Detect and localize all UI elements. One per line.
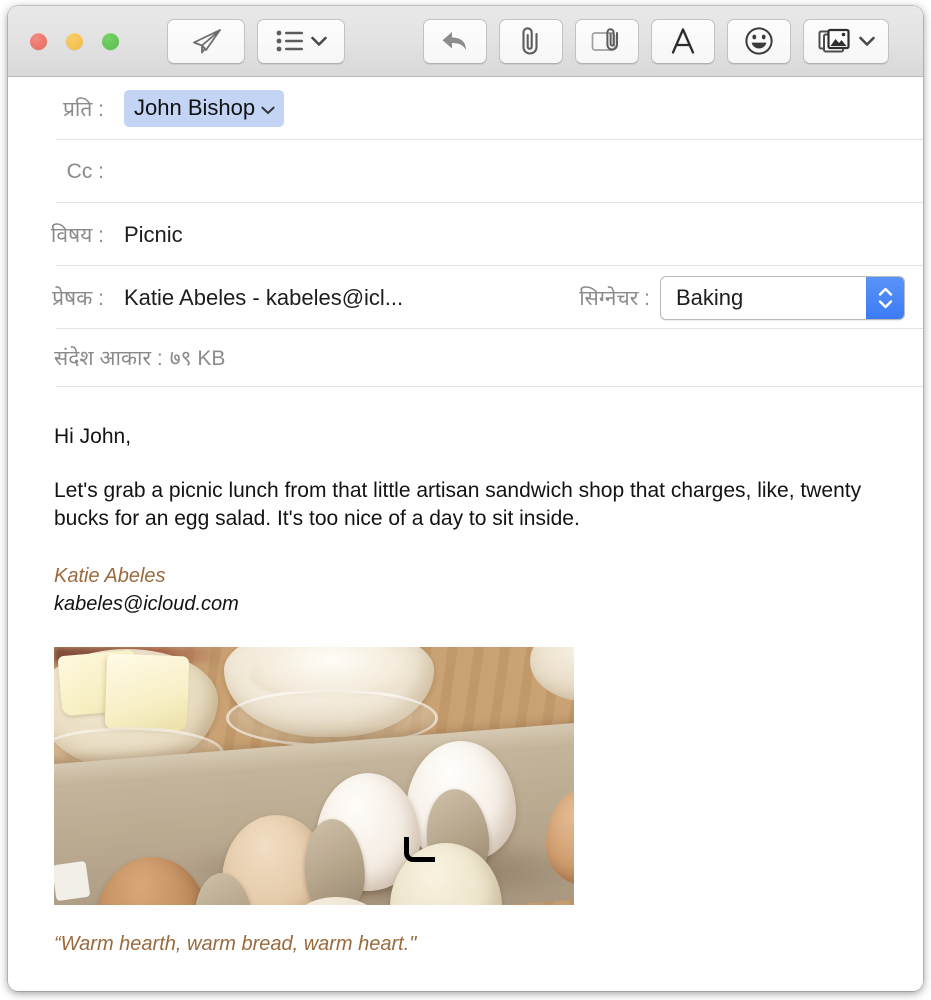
paperclip-icon [520,26,542,56]
popup-stepper-arrows-icon[interactable] [866,276,904,319]
from-field-row[interactable]: प्रेषक : Katie Abeles - kabeles@icl... स… [8,266,923,329]
document-paperclip-icon [591,27,623,55]
message-size-label: संदेश आकार : [54,347,163,370]
toolbar-group-format [423,18,889,64]
emoji-button[interactable] [727,18,791,64]
signature-photo[interactable] [54,646,574,905]
photo-browser-button[interactable] [803,18,889,64]
format-button[interactable] [651,18,715,64]
subject-field-label: विषय : [50,223,104,247]
message-size-row: संदेश आकार : ७९ KB [8,329,923,387]
to-field-row[interactable]: प्रति : John Bishop [8,77,923,140]
chevron-down-icon [858,36,875,47]
maximize-window-button[interactable] [102,32,119,50]
toolbar-group-send [167,18,345,64]
toolbar [8,6,923,77]
chevron-down-icon[interactable] [261,95,275,121]
close-window-button[interactable] [30,32,47,50]
reply-arrow-icon [440,28,470,54]
message-size-value: ७९ KB [169,347,226,370]
body-paragraph: Let's grab a picnic lunch from that litt… [54,478,862,530]
from-field-value[interactable]: Katie Abeles - kabeles@icl... [112,285,403,311]
recipient-token-john-bishop[interactable]: John Bishop [124,90,285,127]
subject-field-row[interactable]: विषय : Picnic [8,203,923,266]
smiley-face-icon [744,26,774,56]
send-button[interactable] [167,18,245,64]
from-field-label: प्रेषक : [52,286,104,310]
paper-plane-icon [189,27,223,55]
message-header-fields: प्रति : John Bishop Cc : विषय : Picnic प… [8,77,923,387]
signature-label: सिग्नेचर : [579,286,650,310]
signature-control: सिग्नेचर : Baking [579,275,905,320]
window-controls [30,32,119,50]
mail-compose-window: प्रति : John Bishop Cc : विषय : Picnic प… [8,6,923,991]
chevron-down-icon [310,36,327,47]
signature-email: kabeles@icloud.com [54,592,239,615]
signature-selected-value: Baking [676,284,744,310]
cc-field-label: Cc : [66,159,104,183]
signature-quote: “Warm hearth, warm bread, warm heart." [54,932,417,955]
signature-name: Katie Abeles [54,564,166,587]
cc-field-row[interactable]: Cc : [8,140,923,203]
stationery-list-button[interactable] [257,18,345,64]
bulleted-list-icon [276,30,304,52]
reply-button[interactable] [423,18,487,64]
to-field-label: प्रति : [62,97,104,121]
message-body[interactable]: Hi John, Let's grab a picnic lunch from … [8,387,923,991]
recipient-name: John Bishop [134,95,256,120]
subject-field-value[interactable]: Picnic [112,222,183,248]
attach-button[interactable] [499,18,563,64]
minimize-window-button[interactable] [66,32,83,50]
photos-icon [818,27,852,55]
attach-document-button[interactable] [575,18,639,64]
text-cursor-marker [404,836,435,862]
letter-a-icon [670,27,696,55]
signature-popup-button[interactable]: Baking [660,275,905,320]
body-greeting: Hi John, [54,425,132,448]
